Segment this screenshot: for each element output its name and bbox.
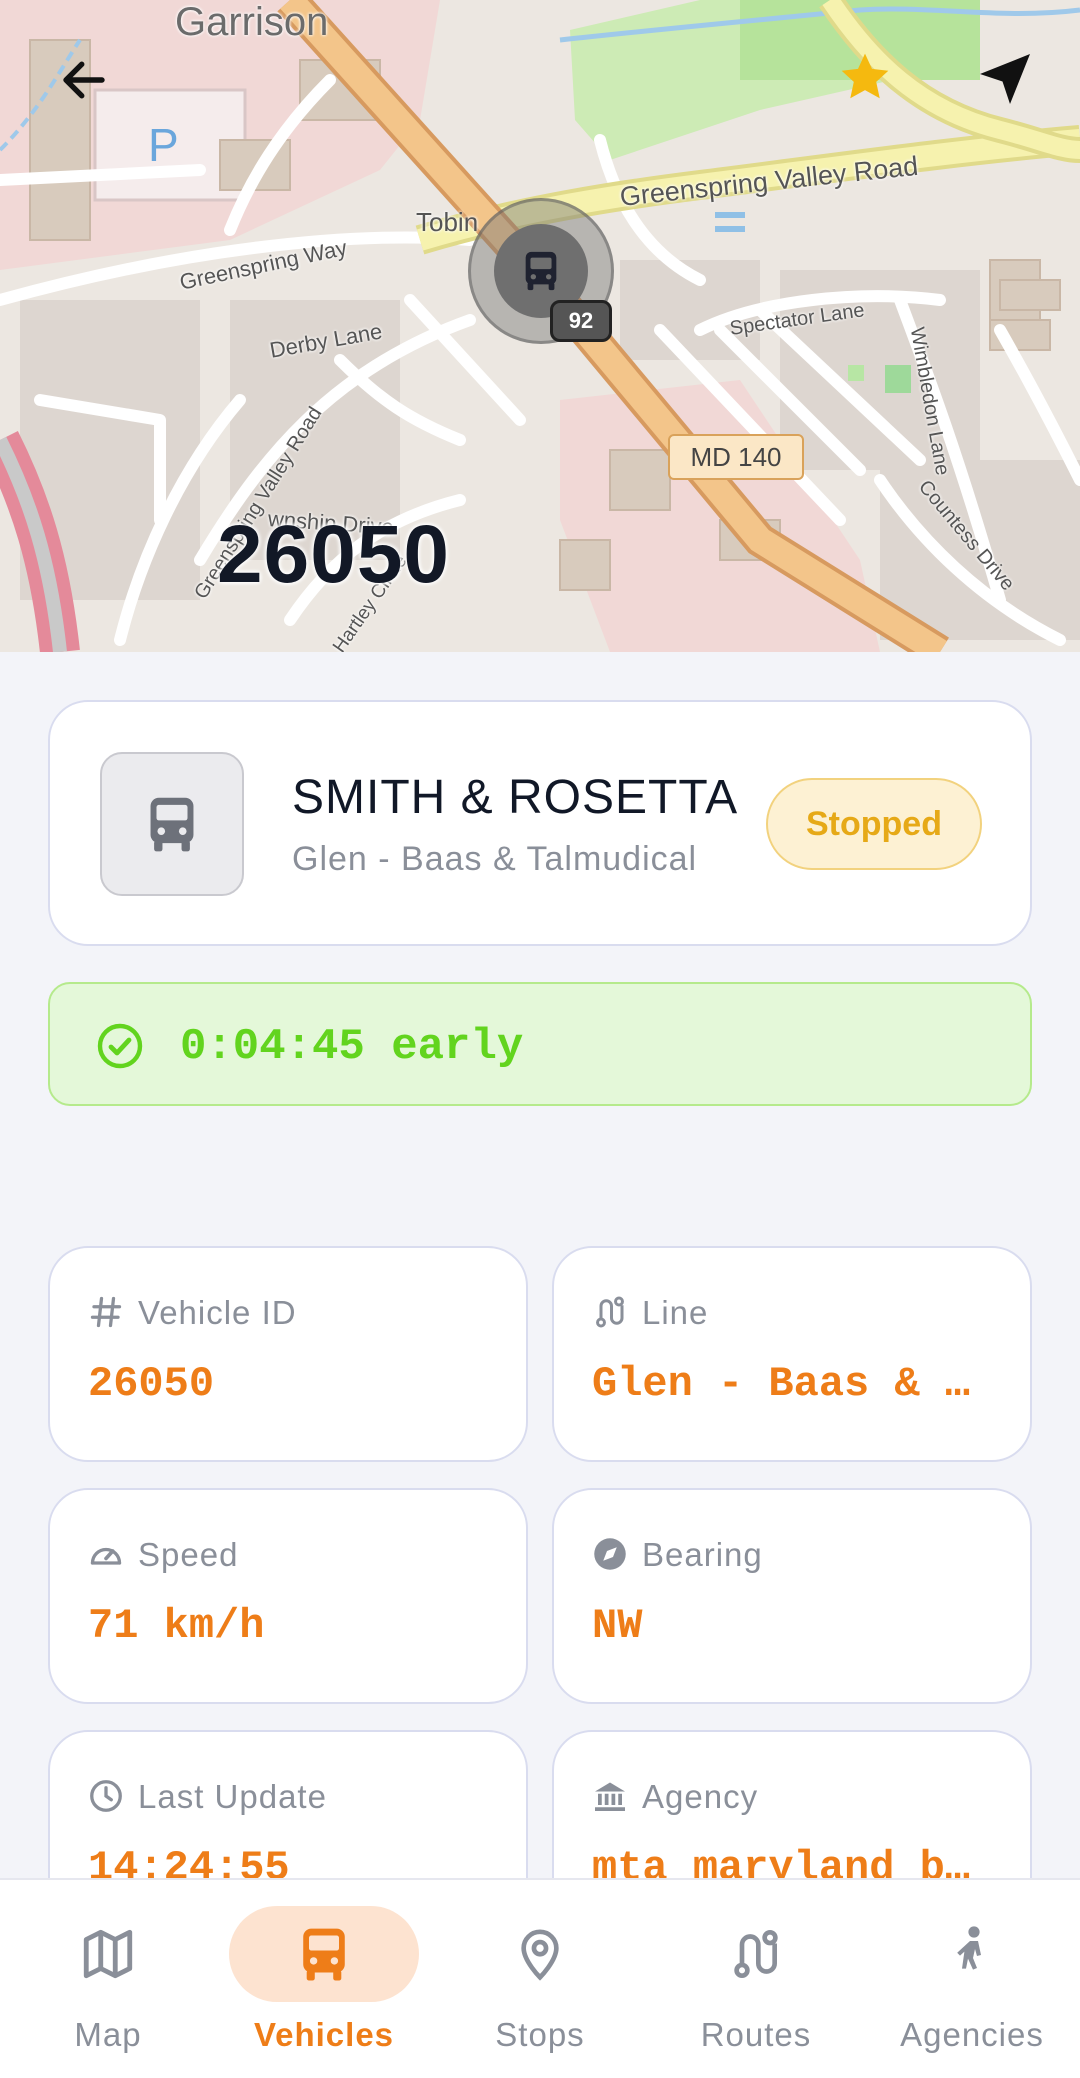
vehicle-detail-screen: Garrison P MD 140 Greenspring Valley Roa…	[0, 0, 1080, 2078]
map-town-label: Garrison	[175, 0, 329, 44]
detail-value: 26050	[88, 1360, 215, 1408]
detail-label: Speed	[138, 1536, 239, 1573]
route-icon	[734, 1929, 778, 1979]
nav-label: Stops	[495, 2016, 585, 2053]
status-badge: Stopped	[766, 778, 982, 870]
back-button[interactable]	[52, 48, 116, 112]
navigation-arrow-icon	[980, 54, 1030, 104]
clock-icon	[90, 1780, 122, 1812]
detail-tile-line: Line Glen - Baas & Talmudical	[552, 1246, 1032, 1462]
check-circle-icon	[97, 1023, 143, 1069]
nav-icon-container	[13, 1906, 203, 2002]
compass-icon	[594, 1538, 626, 1570]
parking-icon: P	[148, 119, 179, 171]
vehicle-type-icon-box	[100, 752, 244, 896]
nav-item-map[interactable]: Map	[0, 1880, 216, 2078]
nav-label: Agencies	[900, 2016, 1044, 2053]
bus-icon	[303, 1928, 345, 1981]
detail-value: 71 km/h	[88, 1602, 265, 1650]
nav-icon-container	[229, 1906, 419, 2002]
arrow-left-icon	[63, 61, 105, 99]
nav-item-agencies[interactable]: Agencies	[864, 1880, 1080, 2078]
map-vehicle-label: 26050	[217, 509, 451, 600]
detail-value: NW	[592, 1602, 643, 1650]
bus-icon	[525, 251, 557, 291]
nav-item-vehicles[interactable]: Vehicles	[216, 1880, 432, 2078]
detail-tile-bearing: Bearing NW	[552, 1488, 1032, 1704]
gauge-icon	[90, 1547, 122, 1565]
bus-icon	[150, 797, 194, 852]
detail-label: Line	[642, 1294, 709, 1331]
detail-tile-vehicle-id: Vehicle ID 26050	[48, 1246, 528, 1462]
nav-icon-container	[877, 1906, 1067, 2002]
nav-label: Vehicles	[253, 2016, 395, 2053]
map-road-sign: MD 140	[668, 434, 804, 480]
map-street-label: Tobin	[416, 207, 479, 237]
schedule-adherence-text: 0:04:45 early	[180, 1022, 524, 1072]
map-view[interactable]: Garrison P MD 140 Greenspring Valley Roa…	[0, 0, 1080, 652]
hash-icon	[90, 1296, 122, 1328]
nav-icon-container	[445, 1906, 635, 2002]
route-icon	[596, 1296, 624, 1328]
person-walking-icon	[957, 1926, 981, 1970]
nav-item-stops[interactable]: Stops	[432, 1880, 648, 2078]
detail-label: Agency	[642, 1778, 759, 1815]
schedule-adherence-bar: 0:04:45 early	[48, 982, 1032, 1106]
detail-tile-speed: Speed 71 km/h	[48, 1488, 528, 1704]
nav-label: Routes	[700, 2016, 812, 2053]
star-icon	[841, 53, 889, 99]
map-pin-icon	[521, 1929, 559, 1981]
bank-icon	[595, 1782, 625, 1811]
vehicle-marker-badge: 92	[550, 300, 612, 342]
map-icon	[83, 1929, 133, 1979]
bottom-navigation: Map Vehicles Stops Routes Agencies	[0, 1878, 1080, 2078]
detail-label: Last Update	[138, 1778, 327, 1815]
nav-label: Map	[74, 2016, 142, 2053]
detail-value: Glen - Baas & Talmudical	[592, 1360, 994, 1408]
nav-icon-container	[661, 1906, 851, 2002]
detail-label: Bearing	[642, 1536, 763, 1573]
vehicle-info-card: SMITH & ROSETTA Glen - Baas & Talmudical…	[48, 700, 1032, 946]
locate-button[interactable]	[970, 44, 1040, 114]
detail-label: Vehicle ID	[138, 1294, 297, 1331]
favorite-button[interactable]	[834, 46, 896, 108]
vehicle-stop-name: SMITH & ROSETTA	[292, 771, 739, 824]
nav-item-routes[interactable]: Routes	[648, 1880, 864, 2078]
vehicle-route-name: Glen - Baas & Talmudical	[292, 840, 698, 878]
